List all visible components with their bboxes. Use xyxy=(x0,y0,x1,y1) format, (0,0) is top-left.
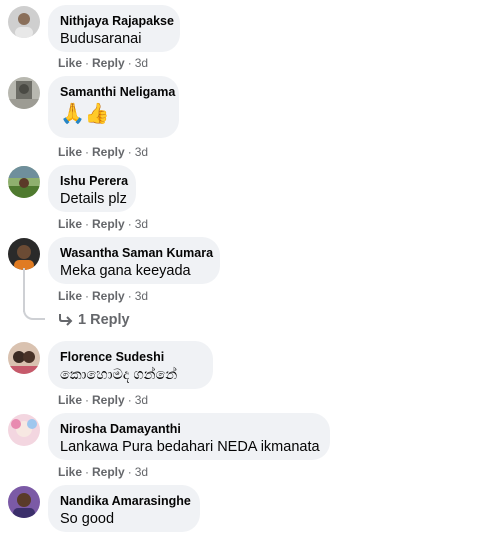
comment-text: Budusaranai xyxy=(60,31,142,47)
comment-author[interactable]: Nithjaya Rajapakse xyxy=(60,13,174,29)
comment-text: Meka gana keeyada xyxy=(60,263,191,279)
comment-bubble: Samanthi Neligama 🙏👍 xyxy=(48,76,179,138)
like-button[interactable]: Like xyxy=(58,289,82,303)
comment-author[interactable]: Wasantha Saman Kumara xyxy=(60,245,213,261)
comment-bubble: Nithjaya Rajapakse Budusaranai xyxy=(48,5,180,52)
avatar[interactable] xyxy=(8,6,40,38)
like-button[interactable]: Like xyxy=(58,465,82,479)
separator-dot: · xyxy=(127,393,132,407)
avatar[interactable] xyxy=(8,486,40,518)
avatar[interactable] xyxy=(8,166,40,198)
avatar-image xyxy=(8,342,40,374)
avatar[interactable] xyxy=(8,342,40,374)
separator-dot: · xyxy=(85,465,90,479)
reply-button[interactable]: Reply xyxy=(92,217,125,231)
comment-text: 🙏👍 xyxy=(60,103,110,125)
avatar-image xyxy=(8,414,40,446)
comment-actions: Like · Reply · 3d xyxy=(58,144,148,160)
view-replies-label[interactable]: 1 Reply xyxy=(78,312,130,328)
comment-time[interactable]: 3d xyxy=(135,145,148,159)
reply-button[interactable]: Reply xyxy=(92,145,125,159)
comment-author[interactable]: Nirosha Damayanthi xyxy=(60,421,318,437)
comment-bubble: Nirosha Damayanthi Lankawa Pura bedahari… xyxy=(48,413,330,460)
separator-dot: · xyxy=(85,217,90,231)
comment-time[interactable]: 3d xyxy=(135,56,148,70)
comment-bubble: Ishu Perera Details plz xyxy=(48,165,136,212)
comment-actions: Like · Reply · 3d xyxy=(58,392,148,408)
avatar-image xyxy=(8,486,40,518)
avatar-image xyxy=(8,166,40,198)
like-button[interactable]: Like xyxy=(58,393,82,407)
like-button[interactable]: Like xyxy=(58,56,82,70)
comment-author[interactable]: Ishu Perera xyxy=(60,173,128,189)
comment-bubble: Nandika Amarasinghe So good xyxy=(48,485,200,532)
separator-dot: · xyxy=(85,56,90,70)
comment-time[interactable]: 3d xyxy=(135,217,148,231)
comment-author[interactable]: Florence Sudeshi xyxy=(60,349,201,365)
avatar-image xyxy=(8,238,40,270)
comment-text: So good xyxy=(60,511,115,527)
comment-actions: Like · Reply · 3d xyxy=(58,55,148,71)
separator-dot: · xyxy=(85,289,90,303)
comment-bubble: Wasantha Saman Kumara Meka gana keeyada xyxy=(48,237,220,284)
avatar[interactable] xyxy=(8,77,40,109)
avatar[interactable] xyxy=(8,414,40,446)
view-replies-link[interactable]: 1 Reply xyxy=(58,310,130,330)
separator-dot: · xyxy=(127,145,132,159)
reply-button[interactable]: Reply xyxy=(92,289,125,303)
like-button[interactable]: Like xyxy=(58,217,82,231)
comment-time[interactable]: 3d xyxy=(135,393,148,407)
reply-arrow-icon xyxy=(59,314,73,326)
avatar-image xyxy=(8,6,40,38)
separator-dot: · xyxy=(127,217,132,231)
comment-actions: Like · Reply · 3d xyxy=(58,288,148,304)
comment-actions: Like · Reply · 3d xyxy=(58,216,148,232)
reply-button[interactable]: Reply xyxy=(92,465,125,479)
separator-dot: · xyxy=(127,56,132,70)
separator-dot: · xyxy=(85,145,90,159)
thread-connector-curve xyxy=(23,296,45,320)
comment-text: Lankawa Pura bedahari NEDA ikmanata xyxy=(60,439,320,455)
comment-time[interactable]: 3d xyxy=(135,465,148,479)
like-button[interactable]: Like xyxy=(58,145,82,159)
comment-bubble: Florence Sudeshi කොහොමද ගන්නේ xyxy=(48,341,213,389)
comment-time[interactable]: 3d xyxy=(135,289,148,303)
comment-text: Details plz xyxy=(60,191,127,207)
comment-actions: Like · Reply · 3d xyxy=(58,464,148,480)
avatar[interactable] xyxy=(8,238,40,270)
separator-dot: · xyxy=(85,393,90,407)
comment-text: කොහොමද ගන්නේ xyxy=(60,367,178,383)
reply-button[interactable]: Reply xyxy=(92,56,125,70)
comment-author[interactable]: Samanthi Neligama xyxy=(60,84,175,100)
reply-button[interactable]: Reply xyxy=(92,393,125,407)
separator-dot: · xyxy=(127,289,132,303)
comment-author[interactable]: Nandika Amarasinghe xyxy=(60,493,191,509)
avatar-image xyxy=(8,77,40,109)
separator-dot: · xyxy=(127,465,132,479)
